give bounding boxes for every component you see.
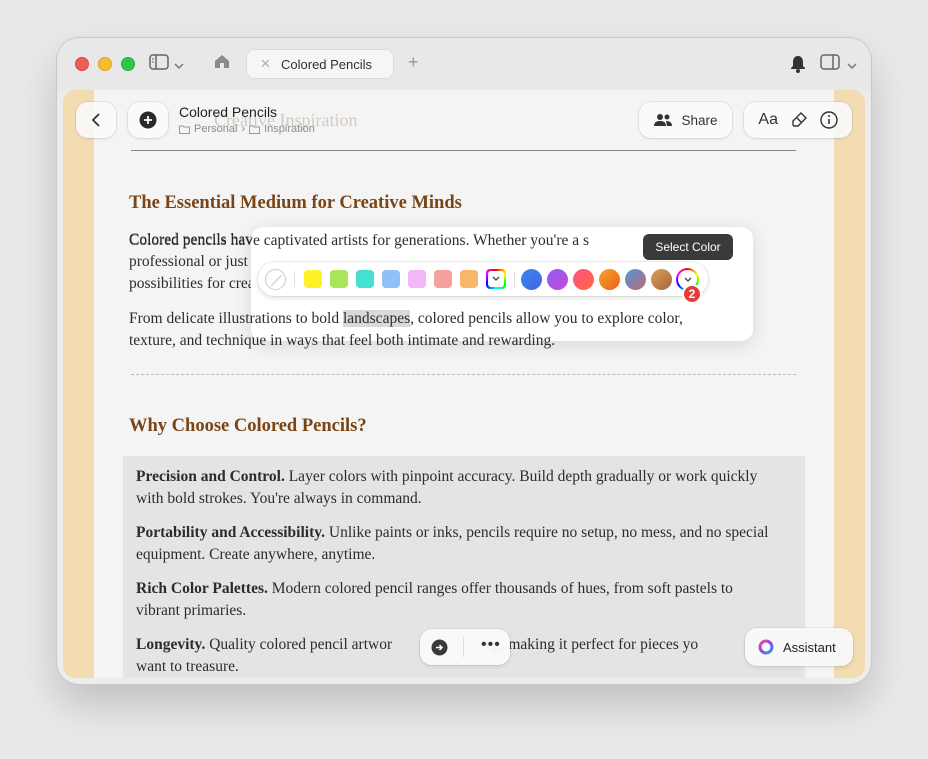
chevron-down-icon (488, 271, 504, 287)
inspector-toggle-icon[interactable] (820, 54, 840, 74)
divider (131, 150, 796, 151)
item-title: Longevity. (136, 636, 206, 653)
breadcrumb-item[interactable]: Inspiration (264, 123, 315, 135)
new-tab-icon[interactable]: + (408, 52, 419, 73)
breadcrumb-separator: › (241, 123, 246, 135)
tab-title: Colored Pencils (281, 57, 373, 72)
assistant-label: Assistant (783, 639, 836, 655)
bottom-action-bar: ••• (420, 629, 510, 665)
color-swatch-teal[interactable] (356, 270, 374, 288)
title-bar: ✕ Colored Pencils + (57, 38, 871, 90)
assistant-button[interactable]: Assistant (745, 628, 853, 666)
sidebar-toggle-icon[interactable] (149, 54, 169, 74)
plus-circle-icon (139, 111, 157, 129)
share-button[interactable]: Share (639, 102, 732, 138)
chevron-down-icon[interactable] (847, 57, 857, 74)
home-icon[interactable] (214, 54, 230, 73)
document-page: Creative Inspiration The Essential Mediu… (94, 90, 834, 678)
assistant-icon (758, 639, 774, 655)
section-heading: Why Choose Colored Pencils? (129, 416, 367, 436)
gradient-swatch-slate[interactable] (625, 269, 646, 290)
paragraph-text: texture, and technique in ways that feel… (129, 332, 556, 349)
gradient-swatch-bronze[interactable] (651, 269, 672, 290)
color-swatch-yellow[interactable] (304, 270, 322, 288)
gradient-swatch-purple[interactable] (547, 269, 568, 290)
color-swatch-salmon[interactable] (434, 270, 452, 288)
chevron-left-icon (91, 113, 100, 127)
notification-bell-icon[interactable] (790, 55, 806, 77)
close-window-button[interactable] (75, 57, 89, 71)
maximize-window-button[interactable] (121, 57, 135, 71)
selected-text[interactable]: landscapes (342, 310, 411, 327)
item-title: Portability and Accessibility. (136, 524, 326, 541)
share-label: Share (681, 112, 718, 128)
item-text: Quality colored pencil artwor (205, 636, 393, 653)
highlighter-icon[interactable] (791, 112, 807, 128)
gradient-swatch-orange[interactable] (599, 269, 620, 290)
tab-colored-pencils[interactable]: ✕ Colored Pencils (246, 49, 394, 79)
breadcrumb: Personal › Inspiration (179, 123, 315, 135)
app-window: ✕ Colored Pencils + Creative Inspiration… (57, 38, 871, 684)
folder-icon (179, 125, 190, 134)
color-swatch-green[interactable] (330, 270, 348, 288)
folder-icon (249, 125, 261, 134)
color-palette (258, 262, 708, 296)
back-button[interactable] (76, 102, 116, 138)
tab-close-icon[interactable]: ✕ (260, 56, 271, 72)
section-divider (131, 374, 796, 375)
breadcrumb-item[interactable]: Personal (194, 123, 237, 135)
paragraph-selected: From delicate illustrations to bold land… (129, 308, 779, 352)
step-badge: 2 (682, 284, 702, 304)
info-icon[interactable] (819, 111, 838, 129)
gradient-swatch-pink[interactable] (573, 269, 594, 290)
paragraph-text: , colored pencils allow you to explore c… (410, 310, 683, 327)
list-item: Rich Color Palettes. Modern colored penc… (136, 578, 776, 622)
item-text: want to treasure. (136, 658, 239, 675)
people-icon (654, 114, 673, 126)
format-toolbar: Aa (744, 102, 852, 138)
document-area: Creative Inspiration The Essential Mediu… (63, 90, 865, 678)
more-swatches-button[interactable] (486, 269, 506, 289)
select-color-tooltip: Select Color (643, 234, 733, 260)
item-title: Rich Color Palettes. (136, 580, 268, 597)
gradient-swatch-blue[interactable] (521, 269, 542, 290)
add-button[interactable] (128, 102, 168, 138)
palette-separator (294, 271, 295, 287)
color-swatch-blue[interactable] (382, 270, 400, 288)
list-item: Portability and Accessibility. Unlike pa… (136, 522, 776, 566)
arrow-right-circle-icon[interactable] (431, 639, 448, 661)
palette-separator (514, 271, 515, 287)
no-color-swatch[interactable] (265, 269, 286, 290)
list-item: Precision and Control. Layer colors with… (136, 466, 776, 510)
paragraph-line: Colored pencils have captivated artists … (129, 232, 590, 249)
document-title: Colored Pencils (179, 104, 278, 120)
font-button[interactable]: Aa (758, 111, 778, 129)
minimize-window-button[interactable] (98, 57, 112, 71)
bar-separator (463, 637, 464, 657)
section-heading: The Essential Medium for Creative Minds (129, 193, 462, 213)
color-swatch-orange[interactable] (460, 270, 478, 288)
item-text: ng, making it perfect for pieces yo (485, 636, 699, 653)
paragraph-text: From delicate illustrations to bold (129, 310, 343, 327)
color-swatch-pink[interactable] (408, 270, 426, 288)
chevron-down-icon[interactable] (174, 57, 184, 74)
more-options-icon[interactable]: ••• (481, 636, 501, 654)
item-title: Precision and Control. (136, 468, 285, 485)
